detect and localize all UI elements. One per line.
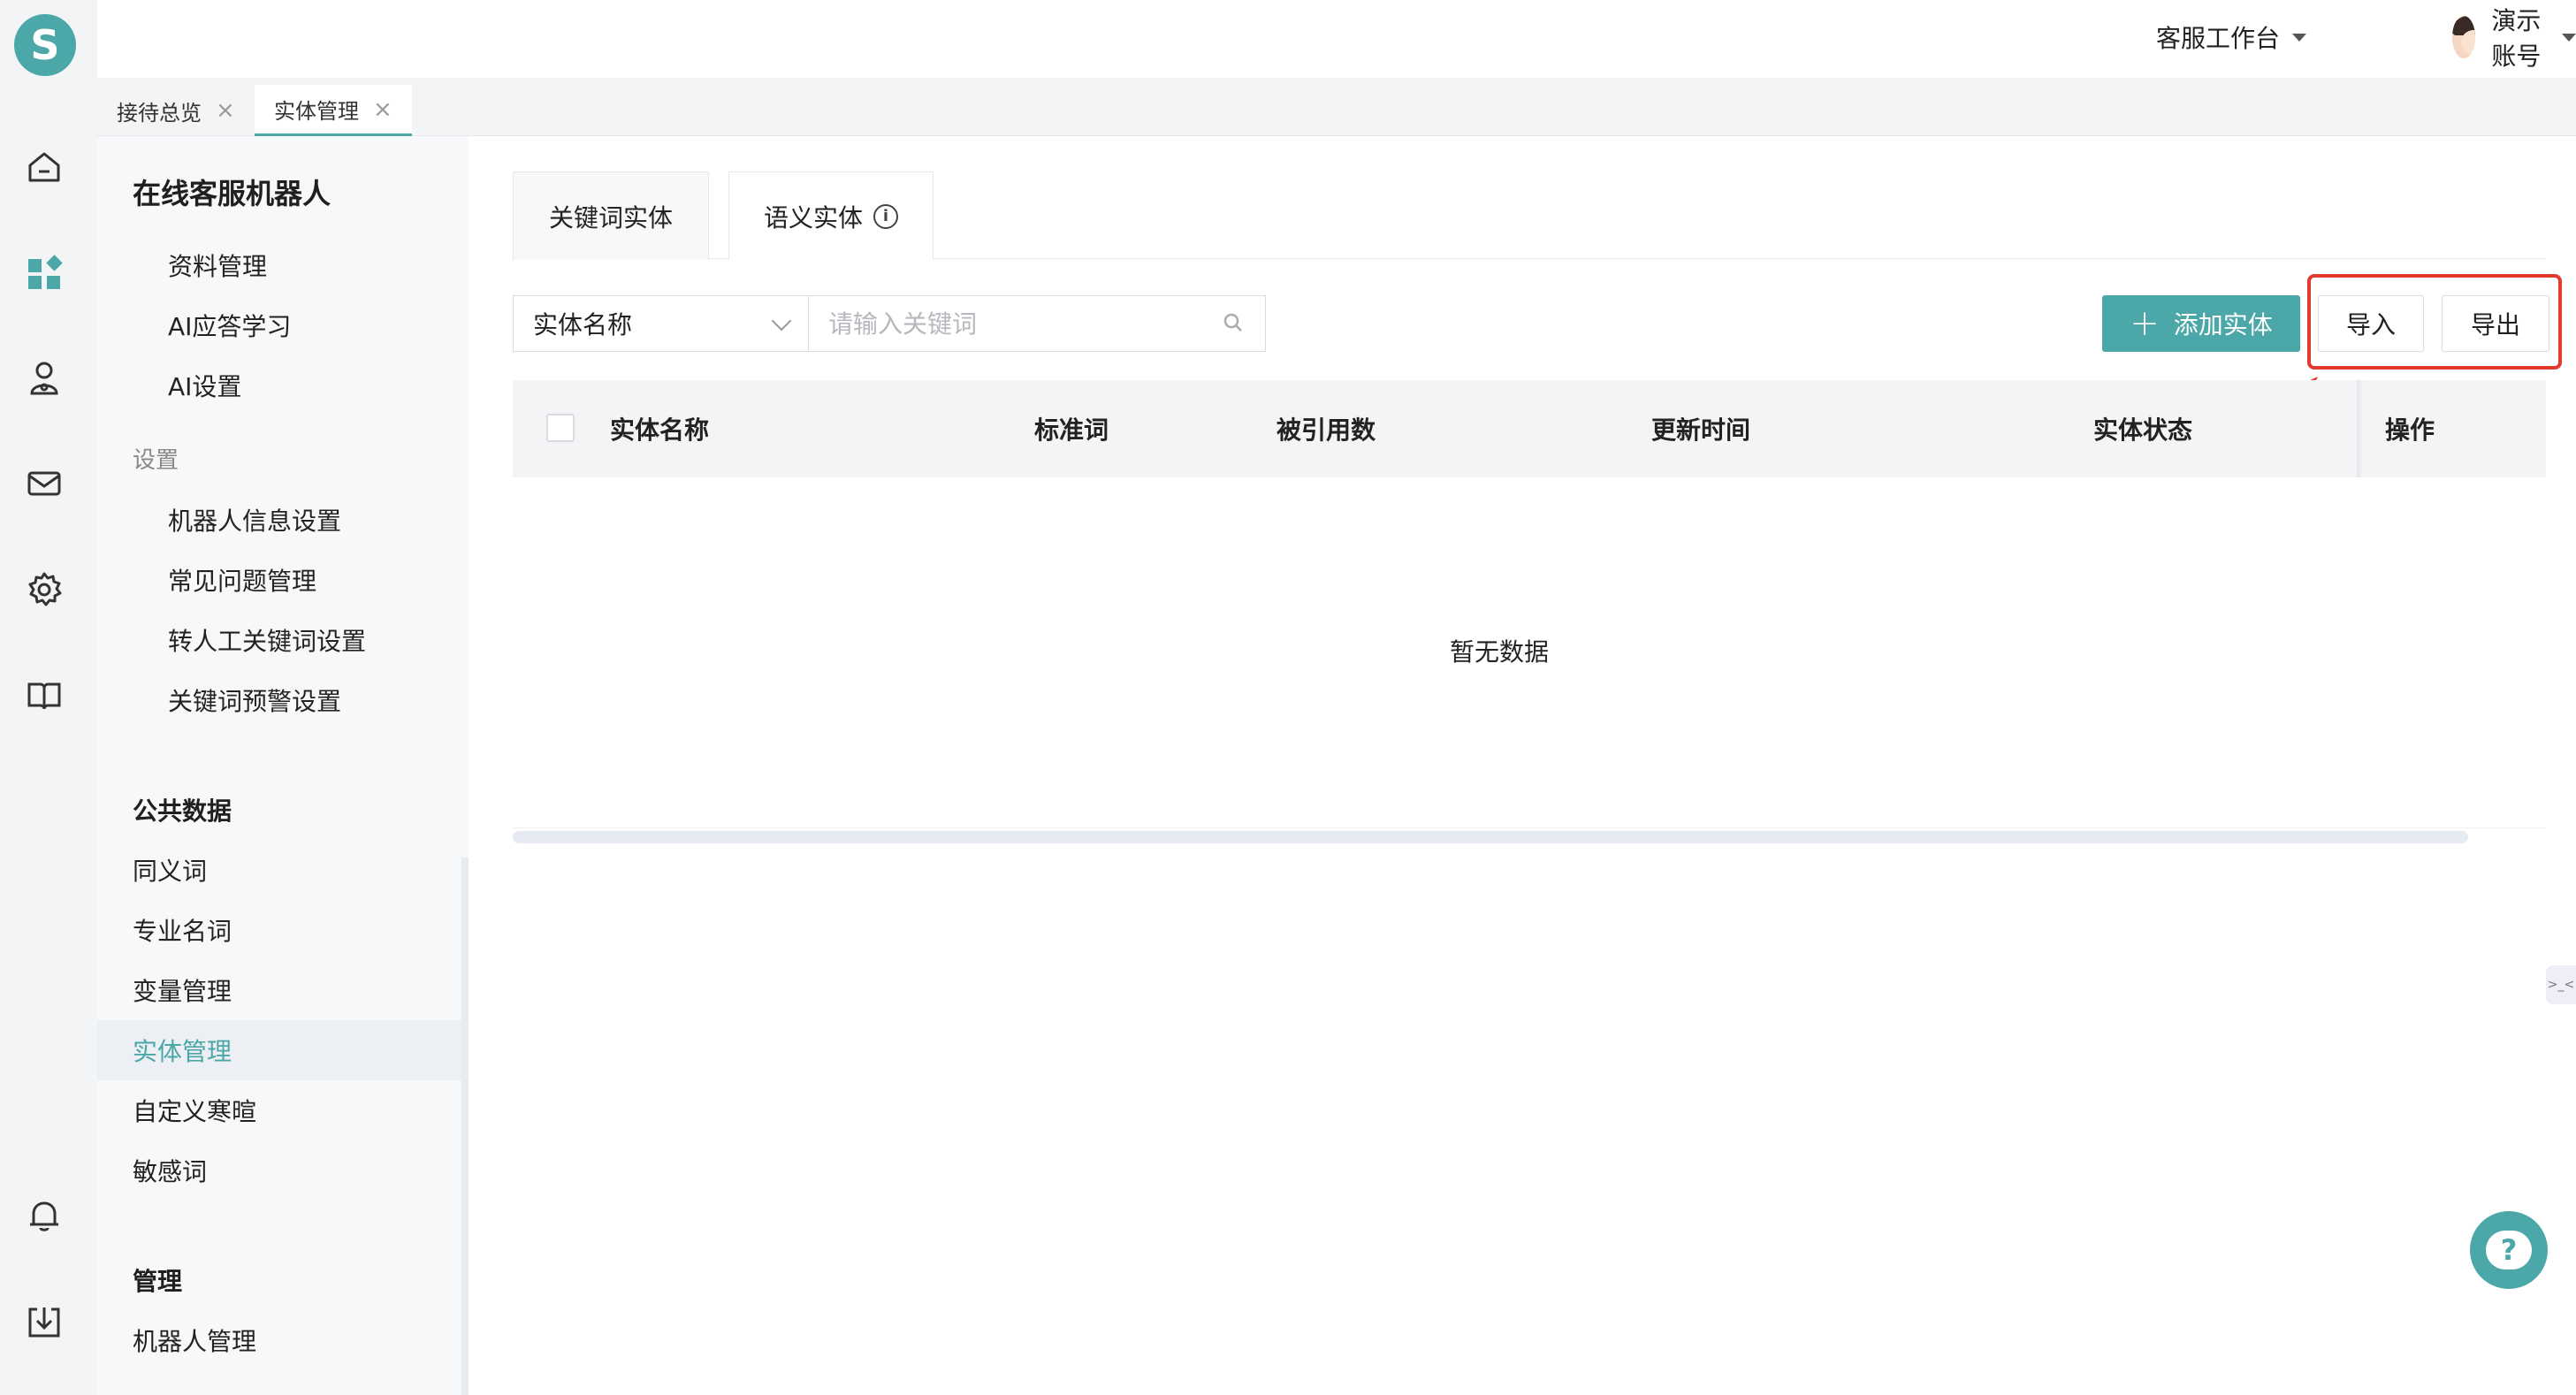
table-header: 实体名称 标准词 被引用数 更新时间 实体状态 操作: [513, 380, 2546, 477]
filter-field-select[interactable]: 实体名称: [513, 295, 808, 352]
nav-scrollbar[interactable]: [461, 858, 469, 1395]
nav-item-terms[interactable]: 专业名词: [133, 912, 232, 948]
table-horizontal-scrollbar[interactable]: [513, 831, 2468, 843]
page-tabs-bar: 接待总览 × 实体管理 ×: [97, 78, 2576, 136]
help-icon: ?: [2486, 1231, 2532, 1269]
nav-section-manage: 管理: [133, 1267, 183, 1296]
user-name: 演示账号: [2491, 6, 2542, 71]
page-tab-label: 接待总览: [117, 100, 202, 126]
side-widget-text: >_<: [2547, 978, 2575, 992]
nav-item-ai-learning[interactable]: AI应答学习: [168, 308, 291, 343]
bell-icon[interactable]: [22, 1193, 66, 1238]
column-entity-status[interactable]: 实体状态: [2093, 380, 2192, 477]
column-standard-word[interactable]: 标准词: [1034, 380, 1109, 477]
search-icon[interactable]: [1222, 311, 1245, 334]
caret-down-icon: [2292, 33, 2307, 42]
tab-label: 关键词实体: [548, 202, 673, 232]
table-bottom-divider: [513, 827, 2546, 828]
add-entity-button[interactable]: + 添加实体: [2102, 295, 2300, 352]
info-icon[interactable]: i: [873, 203, 898, 229]
annotation-highlight-box: [2307, 274, 2562, 370]
column-updated-time[interactable]: 更新时间: [1651, 380, 1750, 477]
nav-item-bot-manage[interactable]: 机器人管理: [133, 1323, 256, 1358]
nav-group-settings: 设置: [133, 447, 179, 474]
icon-rail: S: [0, 0, 97, 1395]
agent-icon[interactable]: [22, 355, 66, 400]
settings-icon[interactable]: [22, 568, 66, 612]
help-symbol: ?: [2500, 1233, 2518, 1267]
mail-icon[interactable]: [22, 461, 66, 506]
book-icon[interactable]: [22, 674, 66, 718]
workbench-dropdown[interactable]: 客服工作台: [2156, 18, 2307, 57]
secondary-nav: 在线客服机器人 资料管理 AI应答学习 AI设置 设置 机器人信息设置 常见问题…: [97, 136, 469, 1395]
side-widget-tab[interactable]: >_<: [2546, 965, 2576, 1004]
home-icon[interactable]: [22, 145, 66, 189]
nav-item-transfer-keywords[interactable]: 转人工关键词设置: [168, 622, 366, 658]
nav-item-sensitive[interactable]: 敏感词: [133, 1153, 207, 1188]
nav-item-ai-settings[interactable]: AI设置: [168, 368, 241, 403]
column-ref-count[interactable]: 被引用数: [1277, 380, 1376, 477]
page-tab-entity[interactable]: 实体管理 ×: [255, 85, 412, 136]
column-actions: 操作: [2385, 415, 2435, 445]
logo-letter: S: [30, 21, 60, 69]
plus-icon: +: [2130, 303, 2160, 344]
top-header: 客服工作台 演示账号: [97, 0, 2576, 78]
nav-item-variables[interactable]: 变量管理: [133, 972, 232, 1008]
tab-keyword-entity[interactable]: 关键词实体: [513, 172, 709, 260]
nav-section-public: 公共数据: [133, 797, 232, 826]
nav-item-synonyms[interactable]: 同义词: [133, 852, 207, 888]
fixed-column-shadow: [2357, 380, 2364, 477]
table-empty-text: 暂无数据: [1450, 637, 1550, 667]
nav-item-bot-info[interactable]: 机器人信息设置: [168, 502, 341, 537]
app-logo[interactable]: S: [14, 14, 76, 76]
download-icon[interactable]: [22, 1300, 66, 1344]
nav-item-faq[interactable]: 常见问题管理: [168, 562, 316, 598]
nav-item-entity[interactable]: 实体管理: [133, 1033, 232, 1068]
search-input[interactable]: [808, 295, 1266, 352]
help-button[interactable]: ?: [2470, 1211, 2548, 1289]
caret-down-icon: [2562, 33, 2576, 42]
close-icon[interactable]: ×: [216, 97, 235, 124]
tab-semantic-entity[interactable]: 语义实体 i: [728, 172, 934, 260]
add-entity-label: 添加实体: [2173, 310, 2273, 339]
page-tab-reception[interactable]: 接待总览 ×: [97, 85, 255, 136]
chevron-down-icon: [771, 310, 792, 332]
filter-field-value: 实体名称: [533, 310, 633, 339]
column-entity-name[interactable]: 实体名称: [610, 380, 709, 477]
user-menu[interactable]: 演示账号: [2452, 6, 2576, 71]
page-tab-label: 实体管理: [274, 99, 359, 124]
tab-label: 语义实体: [763, 202, 863, 232]
workbench-label: 客服工作台: [2156, 24, 2281, 53]
select-all-checkbox[interactable]: [546, 414, 575, 442]
nav-title: 在线客服机器人: [133, 177, 332, 210]
apps-icon[interactable]: [22, 251, 66, 295]
close-icon[interactable]: ×: [373, 96, 392, 123]
nav-item-greetings[interactable]: 自定义寒暄: [133, 1093, 256, 1128]
nav-item-keyword-alert[interactable]: 关键词预警设置: [168, 682, 341, 718]
nav-item-materials[interactable]: 资料管理: [168, 248, 267, 283]
avatar: [2452, 16, 2476, 58]
